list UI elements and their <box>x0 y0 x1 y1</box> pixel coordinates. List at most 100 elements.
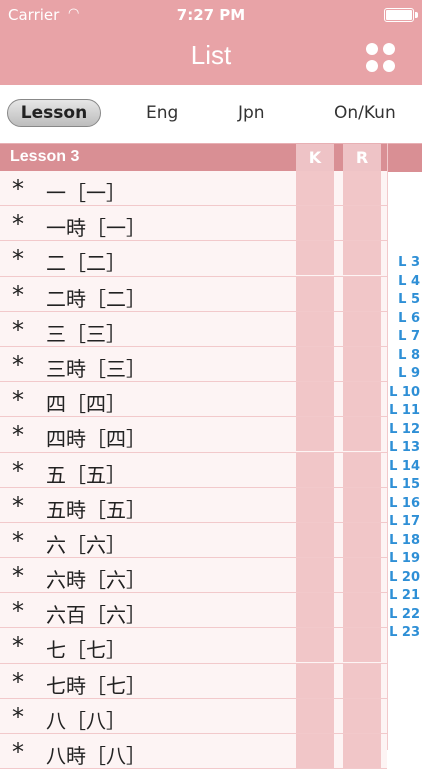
star-icon[interactable]: * <box>12 668 24 696</box>
index-item[interactable]: L 3 <box>388 254 422 273</box>
star-icon[interactable]: * <box>12 492 24 520</box>
kanji-entry: 六百［六］ <box>46 603 146 628</box>
index-item[interactable]: L 11 <box>388 402 422 421</box>
star-icon[interactable]: * <box>12 562 24 590</box>
k-cell[interactable] <box>296 663 334 698</box>
list-item[interactable]: * 一［一］ <box>0 171 387 207</box>
star-icon[interactable]: * <box>12 175 24 203</box>
r-cell[interactable] <box>343 628 381 663</box>
star-icon[interactable]: * <box>12 703 24 731</box>
index-item[interactable]: L 7 <box>388 328 422 347</box>
r-cell[interactable] <box>343 241 381 276</box>
tab-eng[interactable]: Eng <box>146 103 178 123</box>
list-item[interactable]: * 八［八］ <box>0 698 387 734</box>
index-item[interactable]: L 15 <box>388 476 422 495</box>
k-cell[interactable] <box>296 206 334 241</box>
r-cell[interactable] <box>343 593 381 628</box>
list-item[interactable]: * 五時［五］ <box>0 487 387 523</box>
list-item[interactable]: * 三時［三］ <box>0 346 387 383</box>
r-cell[interactable] <box>343 382 381 417</box>
list-item[interactable]: * 八時［八］ <box>0 734 387 769</box>
index-item[interactable]: L 5 <box>388 291 422 310</box>
index-item[interactable]: L 12 <box>388 421 422 440</box>
index-item[interactable]: L 16 <box>388 495 422 514</box>
r-cell[interactable] <box>343 522 381 557</box>
section-header: Lesson 3 K R <box>0 143 422 172</box>
k-cell[interactable] <box>296 734 334 768</box>
index-item[interactable]: L 21 <box>388 587 422 606</box>
k-cell[interactable] <box>296 522 334 557</box>
index-item[interactable]: L 17 <box>388 513 422 532</box>
tab-jpn[interactable]: Jpn <box>238 103 265 123</box>
index-item[interactable]: L 23 <box>388 624 422 643</box>
list-item[interactable]: * 六百［六］ <box>0 593 387 629</box>
r-cell[interactable] <box>343 698 381 733</box>
r-cell[interactable] <box>343 734 381 768</box>
star-icon[interactable]: * <box>12 210 24 238</box>
r-cell[interactable] <box>343 452 381 487</box>
star-icon[interactable]: * <box>12 316 24 344</box>
kanji-entry: 八［八］ <box>46 708 126 733</box>
index-item[interactable]: L 9 <box>388 365 422 384</box>
list-item[interactable]: * 五［五］ <box>0 452 387 488</box>
index-item[interactable]: L 19 <box>388 550 422 569</box>
k-cell[interactable] <box>296 628 334 663</box>
list-item[interactable]: * 二［二］ <box>0 241 387 277</box>
k-cell[interactable] <box>296 311 334 346</box>
list-item[interactable]: * 四［四］ <box>0 382 387 418</box>
r-cell[interactable] <box>343 276 381 311</box>
star-icon[interactable]: * <box>12 457 24 485</box>
k-cell[interactable] <box>296 452 334 487</box>
list-item[interactable]: * 七時［七］ <box>0 663 387 699</box>
index-item[interactable]: L 20 <box>388 569 422 588</box>
star-icon[interactable]: * <box>12 281 24 309</box>
list-item[interactable]: * 三［三］ <box>0 311 387 347</box>
star-icon[interactable]: * <box>12 632 24 660</box>
k-cell[interactable] <box>296 698 334 733</box>
star-icon[interactable]: * <box>12 351 24 379</box>
index-item[interactable]: L 18 <box>388 532 422 551</box>
list-item[interactable]: * 七［七］ <box>0 628 387 664</box>
star-icon[interactable]: * <box>12 738 24 766</box>
k-cell[interactable] <box>296 487 334 522</box>
index-item[interactable]: L 14 <box>388 458 422 477</box>
grid-dot-icon <box>383 60 395 72</box>
star-icon[interactable]: * <box>12 527 24 555</box>
k-cell[interactable] <box>296 346 334 381</box>
lesson-index: L 3L 4L 5L 6L 7L 8L 9L 10 L 11 L 12 L 13 L 1… <box>388 254 422 643</box>
index-item[interactable]: L 6 <box>388 310 422 329</box>
tab-on-kun[interactable]: On/Kun <box>334 103 396 123</box>
index-item[interactable]: L 10 <box>388 384 422 403</box>
list-item[interactable]: * 一時［一］ <box>0 206 387 242</box>
r-cell[interactable] <box>343 206 381 241</box>
r-cell[interactable] <box>343 558 381 593</box>
grid-menu-button[interactable] <box>366 43 396 73</box>
list-item[interactable]: * 六時［六］ <box>0 558 387 594</box>
r-cell[interactable] <box>343 663 381 698</box>
star-icon[interactable]: * <box>12 386 24 414</box>
nav-bar: List <box>0 30 422 85</box>
index-item[interactable]: L 22 <box>388 606 422 625</box>
r-cell[interactable] <box>343 171 381 205</box>
index-item[interactable]: L 13 <box>388 439 422 458</box>
k-cell[interactable] <box>296 382 334 417</box>
r-cell[interactable] <box>343 311 381 346</box>
star-icon[interactable]: * <box>12 597 24 625</box>
list-item[interactable]: * 四時［四］ <box>0 417 387 453</box>
k-cell[interactable] <box>296 417 334 452</box>
k-cell[interactable] <box>296 276 334 311</box>
r-cell[interactable] <box>343 487 381 522</box>
tab-lesson[interactable]: Lesson <box>7 99 101 127</box>
list-item[interactable]: * 六［六］ <box>0 522 387 559</box>
r-cell[interactable] <box>343 346 381 381</box>
k-cell[interactable] <box>296 241 334 276</box>
k-cell[interactable] <box>296 171 334 205</box>
list-item[interactable]: * 二時［二］ <box>0 276 387 312</box>
r-cell[interactable] <box>343 417 381 452</box>
k-cell[interactable] <box>296 593 334 628</box>
k-cell[interactable] <box>296 558 334 593</box>
star-icon[interactable]: * <box>12 245 24 273</box>
index-item[interactable]: L 8 <box>388 347 422 366</box>
index-item[interactable]: L 4 <box>388 273 422 292</box>
star-icon[interactable]: * <box>12 421 24 449</box>
